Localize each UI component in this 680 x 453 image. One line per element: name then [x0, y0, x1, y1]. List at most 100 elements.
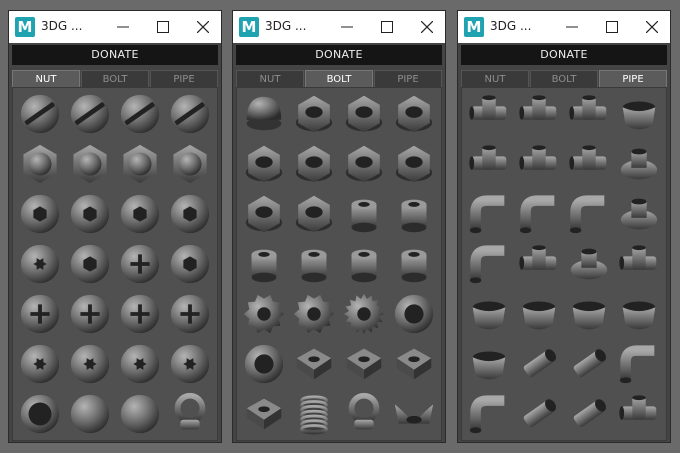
minimize-button[interactable] [327, 11, 367, 43]
asset-pipe-threaded[interactable] [564, 341, 614, 391]
asset-slotted-cheese-head[interactable] [165, 91, 215, 141]
tab-pipe[interactable]: PIPE [150, 70, 218, 87]
asset-hex-head-washer[interactable] [165, 141, 215, 191]
tab-bolt[interactable]: BOLT [530, 70, 598, 87]
asset-pipe-corner-3way[interactable] [514, 241, 564, 291]
asset-pipe-cross-5way[interactable] [514, 141, 564, 191]
tab-nut[interactable]: NUT [461, 70, 529, 87]
minimize-button[interactable] [552, 11, 592, 43]
asset-hex-socket-dome[interactable] [65, 191, 115, 241]
tab-nut[interactable]: NUT [12, 70, 80, 87]
title-bar[interactable]: M 3DG ... [458, 11, 670, 43]
asset-phillips-button[interactable] [165, 291, 215, 341]
donate-button[interactable]: DONATE [12, 45, 218, 65]
title-bar[interactable]: M 3DG ... [9, 11, 221, 43]
asset-pipe-elbow-wide[interactable] [564, 191, 614, 241]
asset-torx-flat[interactable] [15, 341, 65, 391]
asset-acorn-nut[interactable] [239, 91, 289, 141]
asset-flange-nut[interactable] [339, 141, 389, 191]
asset-hex-nut-wide[interactable] [289, 141, 339, 191]
asset-pipe-union[interactable] [564, 391, 614, 441]
asset-torx-button[interactable] [165, 341, 215, 391]
asset-pipe-straight[interactable] [514, 341, 564, 391]
asset-pipe-nipple[interactable] [514, 391, 564, 441]
asset-square-nut[interactable] [289, 341, 339, 391]
asset-castle-nut[interactable] [239, 191, 289, 241]
asset-pipe-flange-coupler[interactable] [614, 141, 664, 191]
asset-pipe-cross-4way[interactable] [564, 91, 614, 141]
close-button[interactable] [407, 11, 447, 43]
asset-hex-drive-disc[interactable] [65, 241, 115, 291]
asset-hex-nut-flat[interactable] [389, 91, 439, 141]
asset-pipe-square-cap[interactable] [614, 291, 664, 341]
tab-bolt[interactable]: BOLT [305, 70, 373, 87]
asset-pipe-y[interactable] [564, 141, 614, 191]
asset-round-nut[interactable] [339, 191, 389, 241]
asset-hex-nut-chamfer[interactable] [239, 141, 289, 191]
asset-wing-nut[interactable] [389, 391, 439, 441]
maximize-button[interactable] [592, 11, 632, 43]
asset-oval-plug[interactable] [115, 391, 165, 441]
asset-pipe-y-branch[interactable] [614, 241, 664, 291]
asset-pipe-end-cap[interactable] [514, 291, 564, 341]
asset-hex-recess-dome[interactable] [165, 241, 215, 291]
donate-button[interactable]: DONATE [236, 45, 442, 65]
tab-pipe[interactable]: PIPE [374, 70, 442, 87]
asset-phillips-pan[interactable] [115, 291, 165, 341]
asset-slotted-flat-head[interactable] [65, 91, 115, 141]
asset-pipe-elbow-90[interactable] [464, 191, 514, 241]
title-bar[interactable]: M 3DG ... [233, 11, 445, 43]
asset-slotted-pan-head[interactable] [115, 91, 165, 141]
minimize-button[interactable] [103, 11, 143, 43]
asset-pipe-cross[interactable] [514, 91, 564, 141]
close-button[interactable] [183, 11, 223, 43]
asset-pipe-bend[interactable] [464, 241, 514, 291]
asset-phillips-dome[interactable] [65, 291, 115, 341]
asset-hex-socket-button[interactable] [165, 191, 215, 241]
asset-hex-head-flange[interactable] [115, 141, 165, 191]
tab-nut[interactable]: NUT [236, 70, 304, 87]
asset-hex-head-domed[interactable] [65, 141, 115, 191]
tab-bolt[interactable]: BOLT [81, 70, 149, 87]
asset-pipe-bend-45[interactable] [614, 341, 664, 391]
asset-pozi-disc[interactable] [115, 241, 165, 291]
asset-serrated-lock-washer[interactable] [339, 291, 389, 341]
asset-pipe-tee-45[interactable] [464, 141, 514, 191]
asset-torx-pan[interactable] [115, 341, 165, 391]
asset-ring-cap[interactable] [15, 391, 65, 441]
asset-ring-washer[interactable] [239, 341, 289, 391]
asset-tall-spacer[interactable] [339, 241, 389, 291]
asset-spring[interactable] [289, 391, 339, 441]
asset-pipe-wall-flange[interactable] [564, 241, 614, 291]
asset-pipe-reducer-cup[interactable] [464, 291, 514, 341]
asset-pipe-elbow-long[interactable] [514, 191, 564, 241]
asset-pipe-tee-small[interactable] [614, 391, 664, 441]
donate-button[interactable]: DONATE [461, 45, 667, 65]
asset-pipe-tee[interactable] [464, 91, 514, 141]
asset-torx-dome[interactable] [65, 341, 115, 391]
asset-eye-nut[interactable] [165, 391, 215, 441]
asset-gear-washer[interactable] [239, 291, 289, 341]
asset-eye-bolt[interactable] [339, 391, 389, 441]
asset-flanged-round-nut[interactable] [389, 191, 439, 241]
asset-hex-nut-thick[interactable] [289, 91, 339, 141]
maximize-button[interactable] [367, 11, 407, 43]
asset-hex-nut-large[interactable] [289, 191, 339, 241]
asset-hex-socket-flange[interactable] [115, 191, 165, 241]
asset-plain-washer[interactable] [389, 291, 439, 341]
asset-hex-head-flat[interactable] [15, 141, 65, 191]
asset-pipe-long-bend[interactable] [464, 391, 514, 441]
maximize-button[interactable] [143, 11, 183, 43]
asset-round-cap-nut[interactable] [389, 241, 439, 291]
asset-slotted-dome-head[interactable] [15, 91, 65, 141]
asset-square-washer[interactable] [389, 341, 439, 391]
asset-round-bushing[interactable] [239, 241, 289, 291]
asset-pipe-floor-flange[interactable] [614, 191, 664, 241]
asset-tube-spacer[interactable] [289, 241, 339, 291]
asset-pipe-cap-flat[interactable] [614, 91, 664, 141]
asset-phillips-flat[interactable] [15, 291, 65, 341]
asset-half-sphere[interactable] [65, 391, 115, 441]
asset-hex-socket-cap[interactable] [15, 191, 65, 241]
asset-pipe-hex-plug[interactable] [464, 341, 514, 391]
asset-torx-flat-disc[interactable] [15, 241, 65, 291]
